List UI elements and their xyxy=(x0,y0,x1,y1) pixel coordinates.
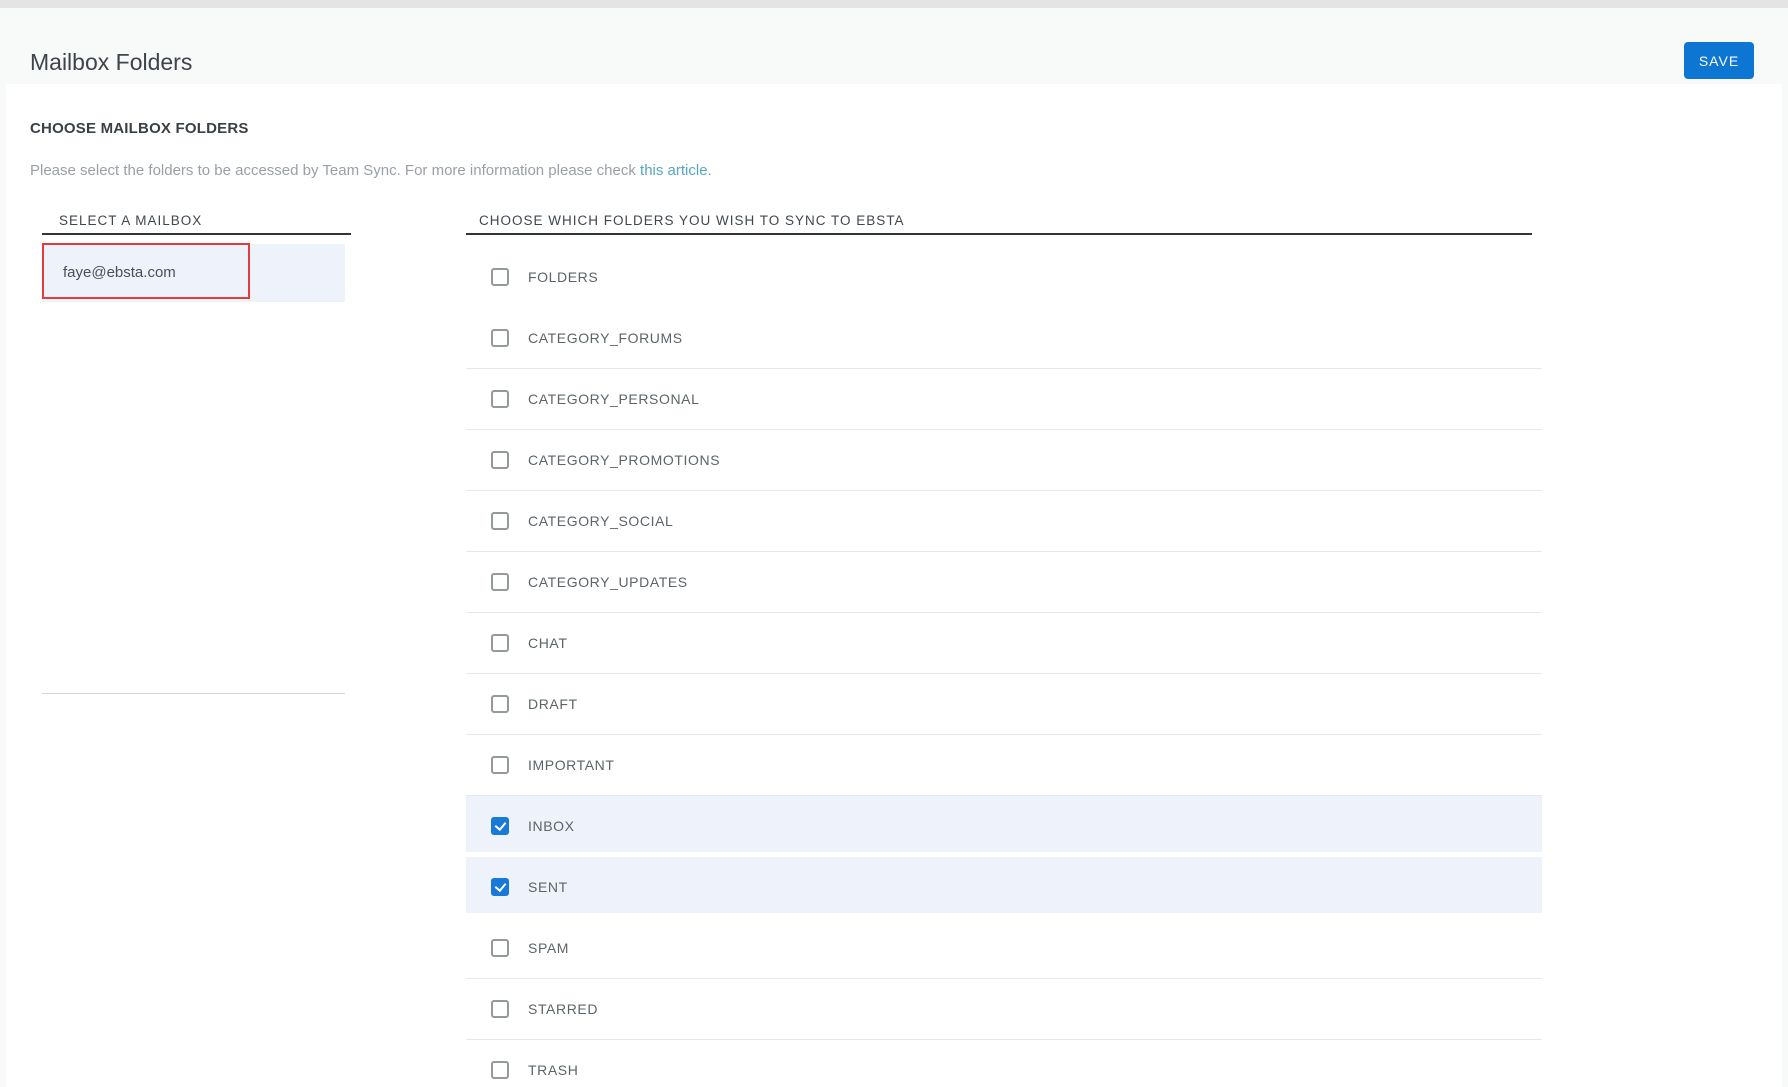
folder-label: TRASH xyxy=(528,1062,578,1078)
folder-row[interactable]: CATEGORY_PERSONAL xyxy=(466,369,1542,430)
folder-checkbox[interactable] xyxy=(491,695,509,713)
folders-column-header: CHOOSE WHICH FOLDERS YOU WISH TO SYNC TO… xyxy=(466,213,1532,235)
folder-checkbox[interactable] xyxy=(491,1061,509,1079)
folder-row[interactable]: CATEGORY_UPDATES xyxy=(466,552,1542,613)
folder-row[interactable]: FOLDERS xyxy=(466,247,1542,308)
folder-checkbox[interactable] xyxy=(491,1000,509,1018)
folder-checkbox[interactable] xyxy=(491,756,509,774)
folders-panel: CHOOSE WHICH FOLDERS YOU WISH TO SYNC TO… xyxy=(466,213,1542,1087)
section-description: Please select the folders to be accessed… xyxy=(30,162,712,179)
folder-row[interactable]: SPAM xyxy=(466,918,1542,979)
folder-label: CATEGORY_FORUMS xyxy=(528,330,683,346)
section-heading: CHOOSE MAILBOX FOLDERS xyxy=(30,120,249,137)
folder-list: FOLDERS CATEGORY_FORUMS CATEGORY_PERSONA… xyxy=(466,247,1542,1087)
folder-row[interactable]: INBOX xyxy=(466,796,1542,857)
folder-checkbox[interactable] xyxy=(491,634,509,652)
folder-checkbox[interactable] xyxy=(491,268,509,286)
folder-label: IMPORTANT xyxy=(528,757,615,773)
folder-checkbox[interactable] xyxy=(491,451,509,469)
folder-label: STARRED xyxy=(528,1001,598,1017)
save-button[interactable]: SAVE xyxy=(1684,42,1754,79)
mailbox-list-item[interactable]: faye@ebsta.com xyxy=(42,244,345,302)
mailbox-column-header: SELECT A MAILBOX xyxy=(42,213,351,235)
mailbox-panel: SELECT A MAILBOX faye@ebsta.com xyxy=(42,213,351,302)
app-header: Mailbox Folders SAVE xyxy=(0,8,1788,84)
mailbox-panel-divider xyxy=(42,693,345,694)
window-top-strip xyxy=(0,0,1788,8)
folder-label: FOLDERS xyxy=(528,269,598,285)
folder-label: CATEGORY_SOCIAL xyxy=(528,513,673,529)
folder-label: DRAFT xyxy=(528,696,578,712)
folder-checkbox[interactable] xyxy=(491,817,509,835)
folder-label: CATEGORY_UPDATES xyxy=(528,574,688,590)
content-card: CHOOSE MAILBOX FOLDERS Please select the… xyxy=(6,84,1782,1087)
folder-label: CATEGORY_PERSONAL xyxy=(528,391,700,407)
folder-label: CATEGORY_PROMOTIONS xyxy=(528,452,720,468)
folder-checkbox[interactable] xyxy=(491,939,509,957)
folder-row[interactable]: CATEGORY_FORUMS xyxy=(466,308,1542,369)
folder-row[interactable]: TRASH xyxy=(466,1040,1542,1087)
mailbox-folders-page: Mailbox Folders SAVE CHOOSE MAILBOX FOLD… xyxy=(0,0,1788,1087)
folder-row[interactable]: STARRED xyxy=(466,979,1542,1040)
folder-checkbox[interactable] xyxy=(491,573,509,591)
folder-checkbox[interactable] xyxy=(491,512,509,530)
folder-row[interactable]: CATEGORY_PROMOTIONS xyxy=(466,430,1542,491)
page-title: Mailbox Folders xyxy=(30,49,192,76)
folder-label: INBOX xyxy=(528,818,575,834)
folder-row[interactable]: DRAFT xyxy=(466,674,1542,735)
folder-checkbox[interactable] xyxy=(491,390,509,408)
section-description-text: Please select the folders to be accessed… xyxy=(30,162,640,179)
folder-row[interactable]: SENT xyxy=(466,857,1542,918)
folder-label: SENT xyxy=(528,879,568,895)
folder-row[interactable]: CATEGORY_SOCIAL xyxy=(466,491,1542,552)
folder-row[interactable]: IMPORTANT xyxy=(466,735,1542,796)
folder-label: CHAT xyxy=(528,635,567,651)
folder-row[interactable]: CHAT xyxy=(466,613,1542,674)
article-link[interactable]: this article. xyxy=(640,162,712,179)
folder-checkbox[interactable] xyxy=(491,329,509,347)
folder-checkbox[interactable] xyxy=(491,878,509,896)
folder-label: SPAM xyxy=(528,940,569,956)
